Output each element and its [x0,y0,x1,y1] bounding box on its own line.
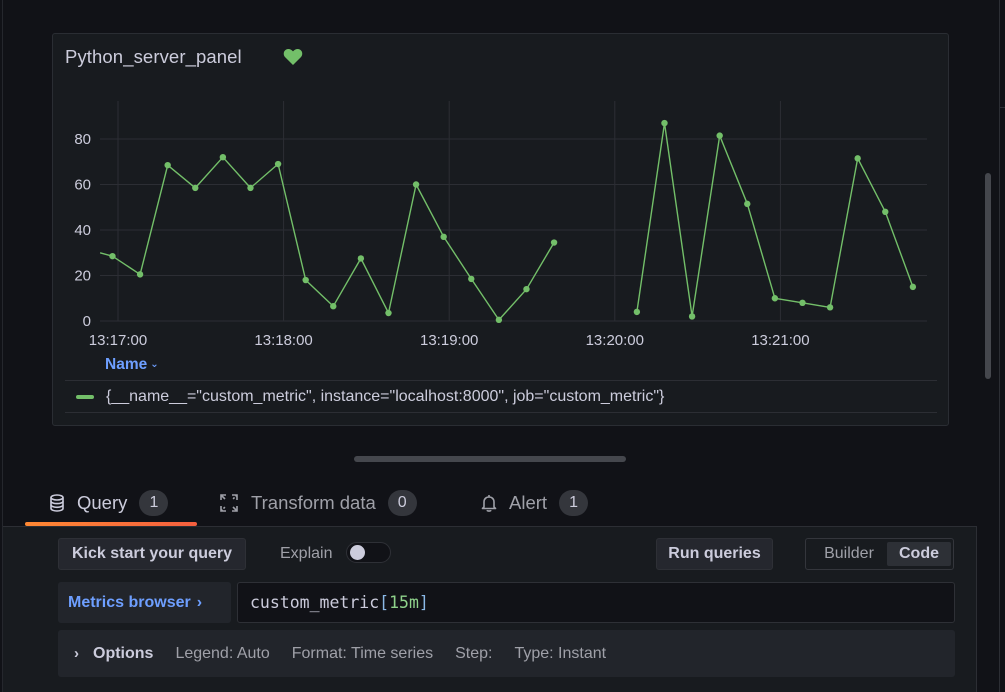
data-point[interactable] [523,285,530,293]
query-options-row[interactable]: › Options Legend: Auto Format: Time seri… [58,630,955,677]
chart-series [99,119,917,324]
options-title: Options [93,644,154,662]
y-tick-label: 20 [74,268,91,285]
bell-icon [481,495,497,512]
chart-plot-area: 0 20 40 60 80 13:17:00 13:18:00 13:19:00 13:20:… [74,101,927,349]
data-point[interactable] [440,233,447,241]
time-series-panel: Python_server_panel 0 20 40 60 80 13:17:00 13… [52,33,949,426]
chevron-right-icon: › [196,593,203,611]
tab-transform-label: Transform data [251,492,376,513]
legend-series-color-swatch[interactable] [76,395,94,399]
chevron-down-icon: ⌄ [150,359,159,370]
y-tick-label: 0 [83,313,91,330]
vertical-scrollbar[interactable] [985,173,991,379]
mode-code-option[interactable]: Code [887,542,951,566]
right-pane-border [999,0,1000,692]
y-axis-ticks: 0 20 40 60 80 [74,131,91,330]
query-editor: Kick start your query Explain Run querie… [3,527,977,692]
explain-label: Explain [280,545,333,562]
legend-series-label[interactable]: {__name__="custom_metric", instance="loc… [106,388,664,406]
data-point[interactable] [468,275,475,283]
legend-name-sort-header[interactable]: Name ⌄ [105,356,159,374]
query-open-bracket: [ [379,593,390,612]
y-tick-label: 80 [74,131,91,148]
data-point[interactable] [109,252,116,260]
data-point[interactable] [357,255,365,262]
tab-transform-data[interactable]: Transform data 0 [219,485,417,521]
explain-toggle-knob [350,545,365,560]
mode-builder-option[interactable]: Builder [810,542,888,566]
data-point[interactable] [330,303,337,310]
metrics-browser-label: Metrics browser [68,593,191,611]
x-axis-ticks: 13:17:00 13:18:00 13:19:00 13:20:00 13:21:00 [89,332,810,349]
query-close-bracket: ] [418,593,429,612]
data-point[interactable] [274,160,282,168]
data-point[interactable] [302,276,309,284]
right-pane-divider [999,107,1005,108]
explain-toggle[interactable] [346,542,391,563]
data-point[interactable] [633,308,641,316]
data-point[interactable] [412,181,420,188]
tab-query-label: Query [77,492,128,513]
data-point[interactable] [826,304,834,311]
data-point[interactable] [799,299,806,306]
data-point[interactable] [550,239,558,246]
legend-divider [65,380,937,381]
query-metric-token: custom_metric [250,593,380,612]
options-format: Format: Time series [291,644,434,662]
x-tick-label: 13:18:00 [254,332,312,349]
tab-alert-label: Alert [509,492,548,513]
tab-alert-count-badge: 1 [559,490,589,516]
data-point[interactable] [716,132,723,139]
options-legend: Legend: Auto [175,644,270,662]
data-point[interactable] [688,313,696,320]
data-point[interactable] [661,119,668,127]
chevron-right-icon: › [74,645,79,662]
series-line [99,156,555,321]
legend-header-label: Name [105,356,148,373]
data-point[interactable] [771,295,779,302]
options-type: Type: Instant [514,644,607,662]
kick-start-query-button[interactable]: Kick start your query [58,538,246,570]
y-tick-label: 40 [74,222,91,239]
promql-query-input[interactable]: custom_metric[15m] [237,582,955,623]
panel-resize-handle[interactable] [354,456,626,462]
database-icon [50,494,64,512]
data-point[interactable] [909,283,917,291]
x-tick-label: 13:20:00 [586,332,644,349]
data-point[interactable] [247,184,254,192]
data-point[interactable] [192,184,199,192]
options-step: Step: [455,644,493,662]
x-tick-label: 13:19:00 [420,332,478,349]
data-point[interactable] [854,155,861,162]
chart-grid [100,101,927,322]
data-point[interactable] [164,161,171,169]
series-line [636,122,914,318]
x-tick-label: 13:17:00 [89,332,147,349]
tab-transform-count-badge: 0 [387,490,417,516]
legend-divider [65,412,937,413]
data-point[interactable] [385,309,392,317]
metrics-browser-button[interactable]: Metrics browser › [58,582,231,623]
tab-alert[interactable]: Alert 1 [481,485,589,521]
y-tick-label: 60 [74,177,91,194]
tab-query-count-badge: 1 [139,490,169,516]
editor-mode-switch: Builder Code [805,538,954,570]
data-point[interactable] [136,271,144,278]
data-point[interactable] [495,316,503,324]
query-duration-token: 15m [389,593,419,612]
data-point[interactable] [882,208,889,215]
transform-icon [220,494,238,512]
tab-query[interactable]: Query 1 [49,485,169,521]
data-point[interactable] [219,154,227,161]
data-point[interactable] [744,200,751,208]
run-queries-button[interactable]: Run queries [656,538,773,570]
x-tick-label: 13:21:00 [751,332,809,349]
